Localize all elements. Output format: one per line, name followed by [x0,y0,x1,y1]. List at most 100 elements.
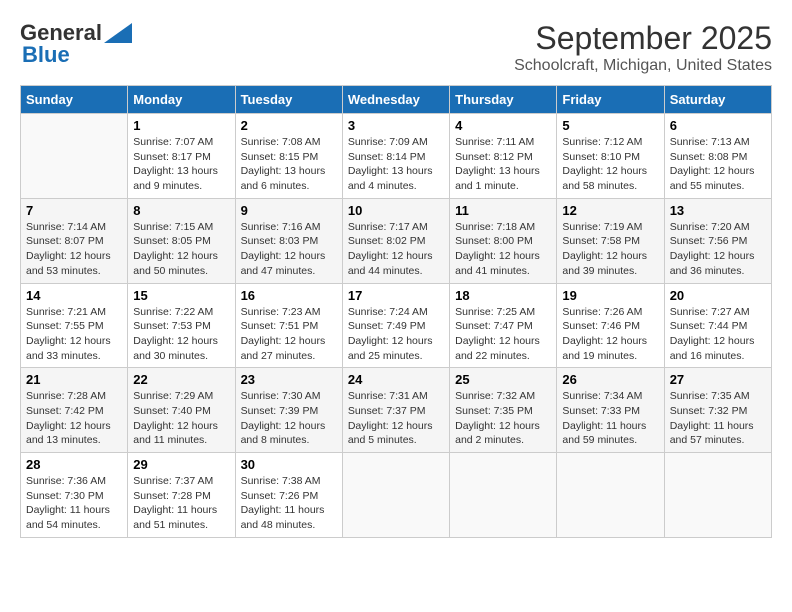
day-info: Sunrise: 7:31 AM Sunset: 7:37 PM Dayligh… [348,389,444,448]
day-number: 25 [455,372,551,387]
day-info: Sunrise: 7:07 AM Sunset: 8:17 PM Dayligh… [133,135,229,194]
day-info: Sunrise: 7:18 AM Sunset: 8:00 PM Dayligh… [455,220,551,279]
calendar-cell: 24 Sunrise: 7:31 AM Sunset: 7:37 PM Dayli… [342,368,449,453]
calendar-cell [557,453,664,538]
day-info: Sunrise: 7:16 AM Sunset: 8:03 PM Dayligh… [241,220,337,279]
calendar-cell: 13 Sunrise: 7:20 AM Sunset: 7:56 PM Dayli… [664,198,771,283]
day-info: Sunrise: 7:35 AM Sunset: 7:32 PM Dayligh… [670,389,766,448]
calendar-table: SundayMondayTuesdayWednesdayThursdayFrid… [20,85,772,538]
column-header-thursday: Thursday [450,86,557,114]
header-row: SundayMondayTuesdayWednesdayThursdayFrid… [21,86,772,114]
calendar-cell: 19Sunrise: 7:26 AM Sunset: 7:46 PM Dayli… [557,283,664,368]
calendar-cell [664,453,771,538]
calendar-cell: 15 Sunrise: 7:22 AM Sunset: 7:53 PM Dayli… [128,283,235,368]
calendar-cell: 28 Sunrise: 7:36 AM Sunset: 7:30 PM Dayli… [21,453,128,538]
day-info: Sunrise: 7:29 AM Sunset: 7:40 PM Dayligh… [133,389,229,448]
day-number: 9 [241,203,337,218]
day-info: Sunrise: 7:27 AM Sunset: 7:44 PM Dayligh… [670,305,766,364]
day-number: 15 [133,288,229,303]
calendar-cell: 26 Sunrise: 7:34 AM Sunset: 7:33 PM Dayli… [557,368,664,453]
calendar-cell: 21 Sunrise: 7:28 AM Sunset: 7:42 PM Dayli… [21,368,128,453]
day-info: Sunrise: 7:19 AM Sunset: 7:58 PM Dayligh… [562,220,658,279]
day-number: 28 [26,457,122,472]
column-header-wednesday: Wednesday [342,86,449,114]
calendar-cell: 12 Sunrise: 7:19 AM Sunset: 7:58 PM Dayli… [557,198,664,283]
day-number: 12 [562,203,658,218]
day-number: 13 [670,203,766,218]
calendar-cell: 17 Sunrise: 7:24 AM Sunset: 7:49 PM Dayli… [342,283,449,368]
calendar-cell: 18Sunrise: 7:25 AM Sunset: 7:47 PM Dayli… [450,283,557,368]
day-number: 24 [348,372,444,387]
day-info: Sunrise: 7:23 AM Sunset: 7:51 PM Dayligh… [241,305,337,364]
day-number: 21 [26,372,122,387]
day-info: Sunrise: 7:13 AM Sunset: 8:08 PM Dayligh… [670,135,766,194]
day-number: 11 [455,203,551,218]
column-header-monday: Monday [128,86,235,114]
calendar-subtitle: Schoolcraft, Michigan, United States [514,57,772,75]
calendar-cell: 29Sunrise: 7:37 AM Sunset: 7:28 PM Dayli… [128,453,235,538]
column-header-friday: Friday [557,86,664,114]
calendar-cell: 6 Sunrise: 7:13 AM Sunset: 8:08 PM Daylig… [664,114,771,199]
calendar-cell: 5Sunrise: 7:12 AM Sunset: 8:10 PM Daylig… [557,114,664,199]
calendar-cell: 7 Sunrise: 7:14 AM Sunset: 8:07 PM Daylig… [21,198,128,283]
day-number: 7 [26,203,122,218]
column-header-sunday: Sunday [21,86,128,114]
day-info: Sunrise: 7:24 AM Sunset: 7:49 PM Dayligh… [348,305,444,364]
day-number: 2 [241,118,337,133]
day-info: Sunrise: 7:21 AM Sunset: 7:55 PM Dayligh… [26,305,122,364]
page-header: General Blue September 2025 Schoolcraft,… [20,20,772,75]
day-number: 27 [670,372,766,387]
day-info: Sunrise: 7:34 AM Sunset: 7:33 PM Dayligh… [562,389,658,448]
week-row-2: 7 Sunrise: 7:14 AM Sunset: 8:07 PM Daylig… [21,198,772,283]
day-number: 1 [133,118,229,133]
day-info: Sunrise: 7:32 AM Sunset: 7:35 PM Dayligh… [455,389,551,448]
day-number: 3 [348,118,444,133]
day-number: 30 [241,457,337,472]
logo: General Blue [20,20,132,68]
day-number: 14 [26,288,122,303]
week-row-5: 28 Sunrise: 7:36 AM Sunset: 7:30 PM Dayli… [21,453,772,538]
calendar-cell [450,453,557,538]
week-row-1: 1 Sunrise: 7:07 AM Sunset: 8:17 PM Daylig… [21,114,772,199]
day-info: Sunrise: 7:20 AM Sunset: 7:56 PM Dayligh… [670,220,766,279]
day-number: 4 [455,118,551,133]
day-number: 22 [133,372,229,387]
calendar-cell: 16 Sunrise: 7:23 AM Sunset: 7:51 PM Dayli… [235,283,342,368]
day-info: Sunrise: 7:14 AM Sunset: 8:07 PM Dayligh… [26,220,122,279]
calendar-cell: 3 Sunrise: 7:09 AM Sunset: 8:14 PM Daylig… [342,114,449,199]
week-row-3: 14 Sunrise: 7:21 AM Sunset: 7:55 PM Dayli… [21,283,772,368]
calendar-cell [21,114,128,199]
day-info: Sunrise: 7:08 AM Sunset: 8:15 PM Dayligh… [241,135,337,194]
day-info: Sunrise: 7:36 AM Sunset: 7:30 PM Dayligh… [26,474,122,533]
calendar-cell: 4 Sunrise: 7:11 AM Sunset: 8:12 PM Daylig… [450,114,557,199]
day-info: Sunrise: 7:37 AM Sunset: 7:28 PM Dayligh… [133,474,229,533]
calendar-cell: 1 Sunrise: 7:07 AM Sunset: 8:17 PM Daylig… [128,114,235,199]
calendar-cell: 30 Sunrise: 7:38 AM Sunset: 7:26 PM Dayli… [235,453,342,538]
day-number: 6 [670,118,766,133]
day-info: Sunrise: 7:17 AM Sunset: 8:02 PM Dayligh… [348,220,444,279]
column-header-saturday: Saturday [664,86,771,114]
day-info: Sunrise: 7:38 AM Sunset: 7:26 PM Dayligh… [241,474,337,533]
day-info: Sunrise: 7:28 AM Sunset: 7:42 PM Dayligh… [26,389,122,448]
day-info: Sunrise: 7:30 AM Sunset: 7:39 PM Dayligh… [241,389,337,448]
calendar-cell: 27 Sunrise: 7:35 AM Sunset: 7:32 PM Dayli… [664,368,771,453]
calendar-title: September 2025 [514,20,772,57]
calendar-cell [342,453,449,538]
calendar-cell: 20Sunrise: 7:27 AM Sunset: 7:44 PM Dayli… [664,283,771,368]
day-number: 17 [348,288,444,303]
day-info: Sunrise: 7:11 AM Sunset: 8:12 PM Dayligh… [455,135,551,194]
day-number: 26 [562,372,658,387]
day-number: 18 [455,288,551,303]
calendar-cell: 9 Sunrise: 7:16 AM Sunset: 8:03 PM Daylig… [235,198,342,283]
column-header-tuesday: Tuesday [235,86,342,114]
calendar-cell: 10Sunrise: 7:17 AM Sunset: 8:02 PM Dayli… [342,198,449,283]
day-info: Sunrise: 7:22 AM Sunset: 7:53 PM Dayligh… [133,305,229,364]
calendar-cell: 11 Sunrise: 7:18 AM Sunset: 8:00 PM Dayli… [450,198,557,283]
day-info: Sunrise: 7:26 AM Sunset: 7:46 PM Dayligh… [562,305,658,364]
day-info: Sunrise: 7:09 AM Sunset: 8:14 PM Dayligh… [348,135,444,194]
calendar-cell: 2 Sunrise: 7:08 AM Sunset: 8:15 PM Daylig… [235,114,342,199]
day-info: Sunrise: 7:12 AM Sunset: 8:10 PM Dayligh… [562,135,658,194]
week-row-4: 21 Sunrise: 7:28 AM Sunset: 7:42 PM Dayli… [21,368,772,453]
day-info: Sunrise: 7:15 AM Sunset: 8:05 PM Dayligh… [133,220,229,279]
day-number: 16 [241,288,337,303]
